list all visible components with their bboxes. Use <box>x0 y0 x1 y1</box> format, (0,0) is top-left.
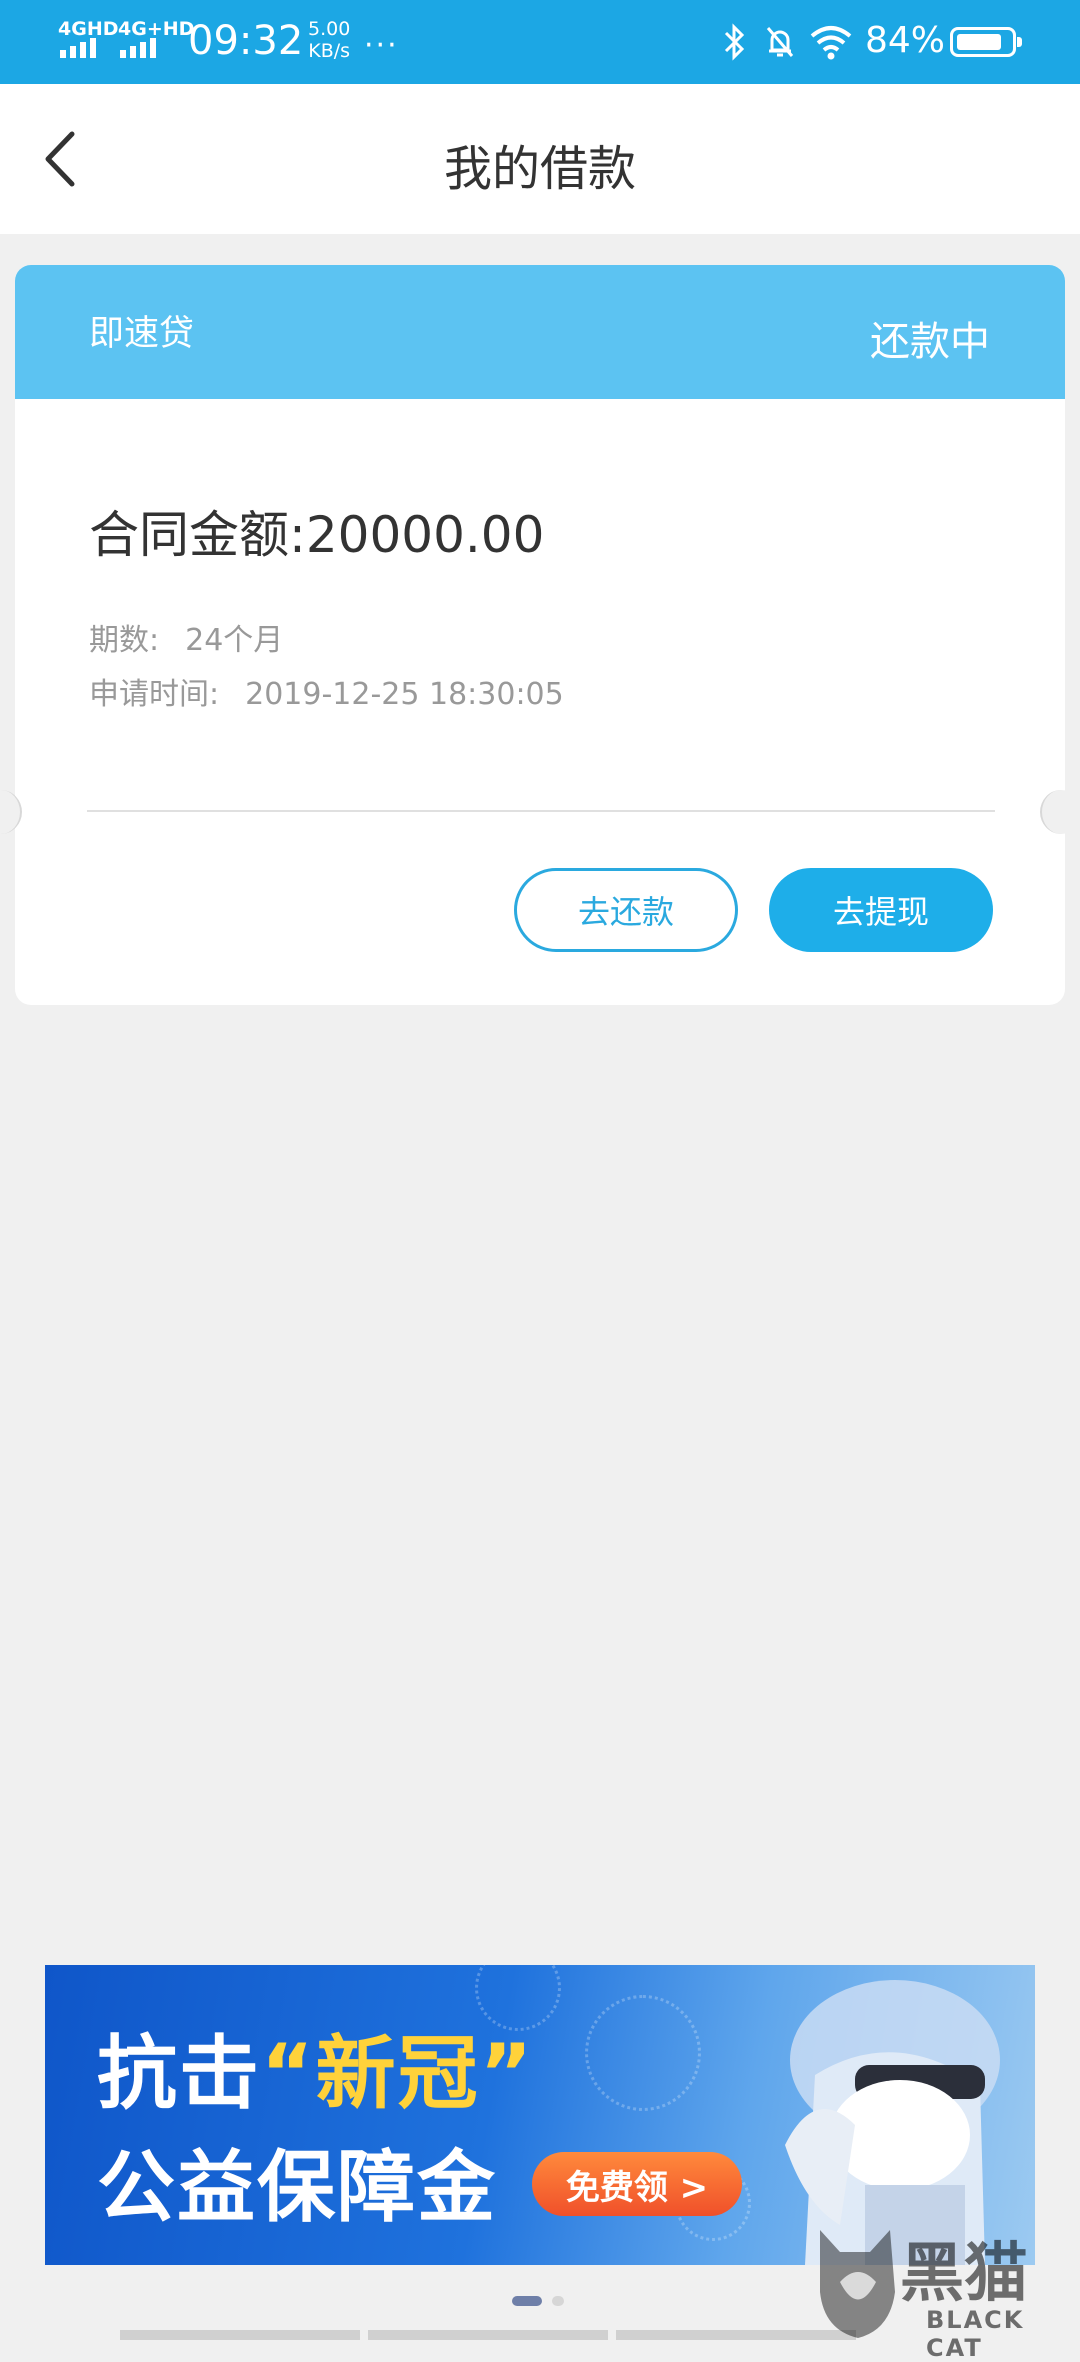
battery-level-fill <box>957 34 1001 50</box>
contract-amount: 合同金额:20000.00 <box>89 495 544 567</box>
black-cat-logo-icon <box>820 2230 895 2338</box>
loan-card: 即速贷 还款中 合同金额:20000.00 期数: 24个月 申请时间: 2019-… <box>15 265 1065 1005</box>
mute-bell-icon <box>766 27 794 57</box>
carousel-dot[interactable] <box>552 2296 564 2306</box>
carousel-dot-active[interactable] <box>512 2296 542 2306</box>
loan-card-header: 即速贷 还款中 <box>15 265 1065 399</box>
network-speed: 5.00 KB/s <box>308 18 350 62</box>
periods-value: 24个月 <box>185 623 284 658</box>
contract-amount-value: 20000.00 <box>305 506 545 564</box>
signal-icon <box>120 36 156 58</box>
scalloped-edge <box>15 391 1065 407</box>
promo-banner[interactable]: 抗击“新冠” 公益保障金 免费领 > <box>45 1965 1035 2265</box>
status-bar: 4GHD 4G+HD 09:32 5.00 KB/s ··· 84% <box>0 0 1080 84</box>
banner-headline-text: 抗击 <box>97 2027 261 2120</box>
apply-time-row: 申请时间: 2019-12-25 18:30:05 <box>89 669 564 713</box>
network-speed-value: 5.00 <box>308 18 351 40</box>
wifi-icon <box>810 26 852 60</box>
bluetooth-icon <box>724 23 745 61</box>
banner-headline: 抗击“新冠” <box>97 2009 534 2125</box>
repay-button[interactable]: 去还款 <box>514 868 738 952</box>
status-time: 09:32 <box>188 18 304 64</box>
withdraw-button[interactable]: 去提现 <box>769 868 993 952</box>
battery-icon <box>950 27 1022 57</box>
medical-worker-image <box>785 1980 1000 2265</box>
network-speed-unit: KB/s <box>308 40 351 62</box>
banner-subheadline: 公益保障金 <box>97 2143 498 2233</box>
divider <box>87 810 995 812</box>
periods-row: 期数: 24个月 <box>89 615 283 659</box>
virus-decoration <box>585 1995 701 2111</box>
nav-bar: 我的借款 <box>0 84 1080 234</box>
watermark-text: 黑猫 <box>900 2237 1028 2311</box>
carousel-indicator <box>512 2296 564 2306</box>
periods-label: 期数: <box>89 623 160 658</box>
product-name: 即速贷 <box>89 314 195 354</box>
card-notch-right <box>1040 790 1080 834</box>
battery-percent: 84% <box>865 20 946 61</box>
loan-status: 还款中 <box>870 319 990 365</box>
signal-icon <box>60 36 96 58</box>
apply-time-label: 申请时间: <box>89 677 220 712</box>
banner-headline-highlight: “新冠” <box>261 2027 535 2120</box>
apply-time-value: 2019-12-25 18:30:05 <box>245 677 564 712</box>
watermark-subtext: BLACK CAT <box>926 2306 1025 2362</box>
banner-cta-button[interactable]: 免费领 > <box>532 2152 742 2216</box>
black-cat-watermark: 黑猫 BLACK CAT <box>810 2222 1080 2362</box>
contract-amount-label: 合同金额: <box>89 506 306 564</box>
page-title: 我的借款 <box>443 141 636 197</box>
more-notifications-icon: ··· <box>364 28 399 63</box>
